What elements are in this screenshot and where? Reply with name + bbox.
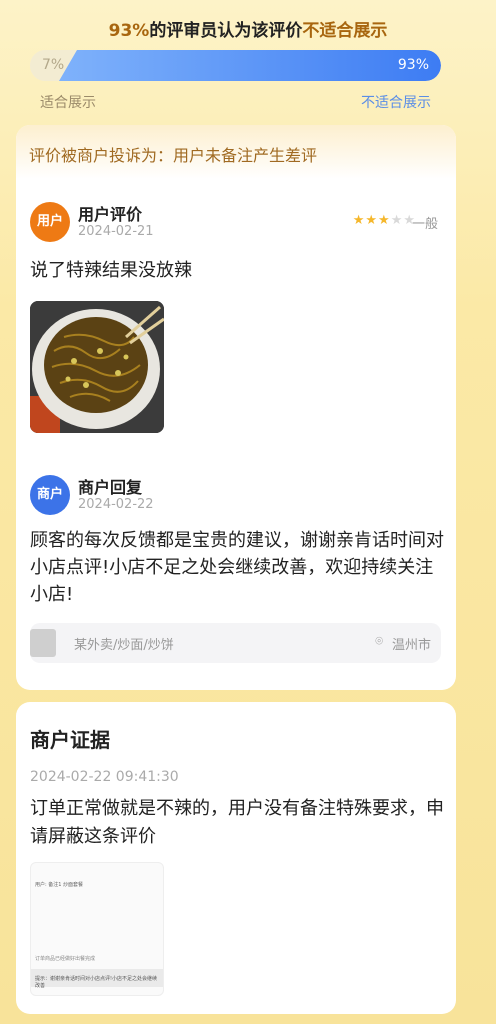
verdict-tag: 不适合展示: [302, 21, 388, 41]
verdict-title: 93%的评审员认为该评价不适合展示: [0, 16, 496, 41]
vote-bar-unsuitable: 93%: [59, 50, 441, 81]
evidence-card: 商户证据 2024-02-22 09:41:30 订单正常做就是不辣的，用户没有…: [16, 702, 456, 1014]
user-review-heading: 用户评价: [78, 205, 143, 224]
store-thumbnail: [30, 629, 56, 657]
merchant-reply-heading: 商户回复: [78, 478, 143, 497]
merchant-reply-text: 顾客的每次反馈都是宝贵的建议，谢谢亲肯话时间对小店点评!小店不足之处会继续改善，…: [30, 530, 444, 605]
store-city: 温州市: [391, 638, 431, 653]
location-pin-icon: ⌾: [375, 634, 383, 649]
review-card: 评价被商户投诉为：用户未备注产生差评 用户 用户评价 2024-02-21 ★★…: [16, 125, 456, 690]
noodle-photo[interactable]: [30, 301, 164, 433]
star-filled-icon: ★: [365, 213, 379, 228]
noodle-photo-icon: [30, 301, 164, 433]
evidence-text: 订单正常做就是不辣的，用户没有备注特殊要求，申请屏蔽这条评价: [30, 798, 444, 847]
vote-label-suitable: 适合展示: [40, 95, 96, 111]
evidence-doc-line: 提示：谢谢亲肯话时间对小店点评!小店不足之处会继续改善: [31, 969, 163, 989]
merchant-reply-date: 2024-02-22: [78, 497, 154, 512]
rating-label: 一般: [411, 217, 438, 232]
star-empty-icon: ★: [390, 213, 404, 228]
store-name: 某外卖/炒面/炒饼: [74, 638, 174, 653]
user-review-date: 2024-02-21: [78, 224, 154, 239]
evidence-doc-line: 订单商品已经做好出餐完成: [35, 956, 96, 962]
verdict-text: 的评审员认为该评价: [149, 21, 303, 41]
user-review-text: 说了特辣结果没放辣: [30, 260, 192, 281]
user-avatar: 用户: [30, 202, 70, 242]
star-rating: ★★★★★: [353, 213, 416, 228]
verdict-percent: 93%: [108, 21, 150, 41]
star-filled-icon: ★: [352, 213, 366, 228]
evidence-timestamp: 2024-02-22 09:41:30: [30, 769, 179, 785]
merchant-avatar: 商户: [30, 475, 70, 515]
complaint-reason: 评价被商户投诉为：用户未备注产生差评: [16, 125, 456, 179]
evidence-title: 商户证据: [30, 728, 110, 752]
star-filled-icon: ★: [378, 213, 391, 228]
vote-progress-bar: 7% 93%: [30, 50, 441, 81]
evidence-doc-line: 用户: 备注1 炒面套餐: [35, 882, 84, 888]
store-link[interactable]: 某外卖/炒面/炒饼 ⌾ 温州市: [30, 623, 441, 663]
vote-label-unsuitable: 不适合展示: [361, 95, 431, 111]
evidence-screenshot[interactable]: 用户: 备注1 炒面套餐 订单商品已经做好出餐完成 提示：谢谢亲肯话时间对小店点…: [30, 862, 164, 996]
